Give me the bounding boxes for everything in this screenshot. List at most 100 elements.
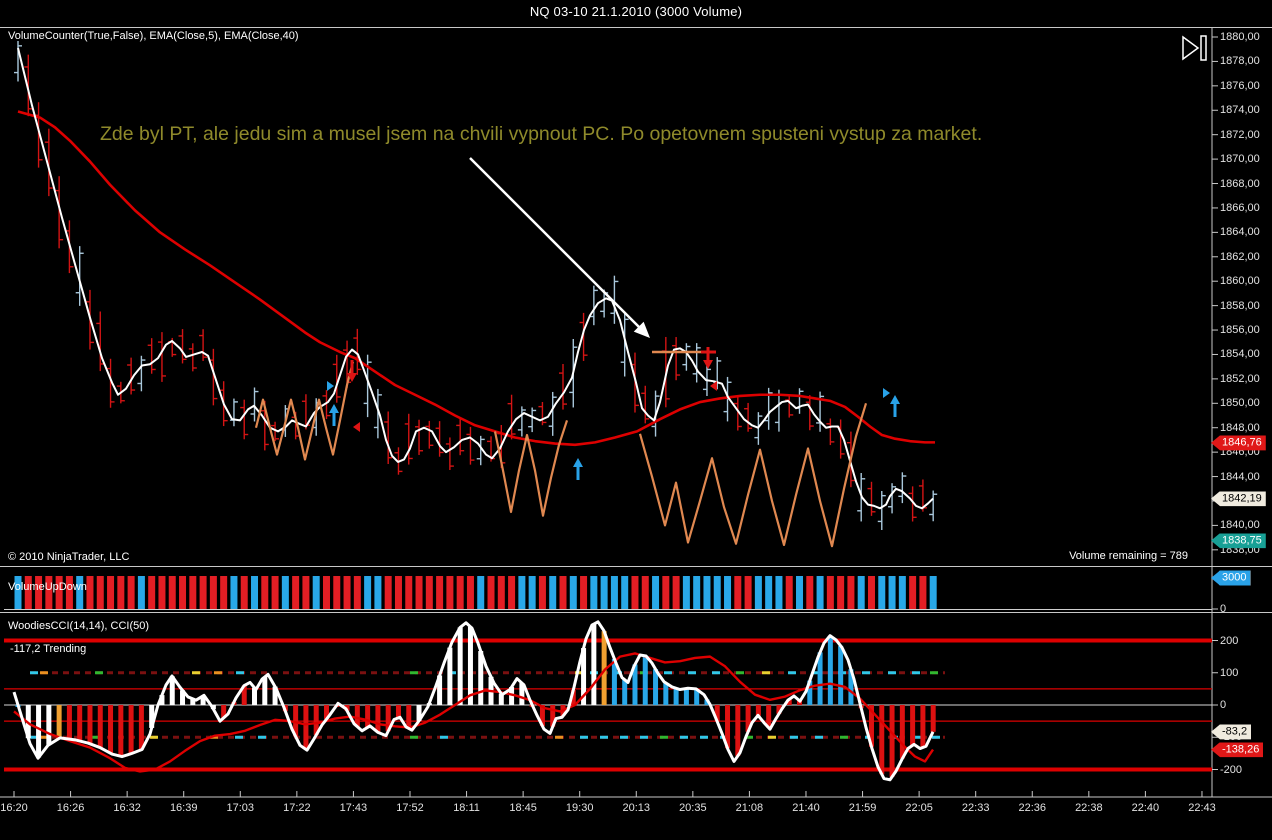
price-axis-label: 1862,00 xyxy=(1220,250,1260,263)
cci-histogram-bar xyxy=(910,705,916,746)
volume-bar xyxy=(826,576,834,609)
volume-bar xyxy=(703,576,711,609)
cci-histogram-bar xyxy=(920,705,926,748)
time-axis-label: 17:52 xyxy=(396,802,424,814)
cci-histogram-bar xyxy=(375,705,381,733)
price-marker-tag: 1838,75 xyxy=(1211,533,1266,549)
price-axis-label: 1870,00 xyxy=(1220,153,1260,166)
time-axis-label: 18:11 xyxy=(453,802,480,814)
volume-bar xyxy=(610,576,618,609)
volume-bar xyxy=(271,576,279,609)
volume-axis-zero-label: 0 xyxy=(1220,603,1227,615)
price-axis-label: 1852,00 xyxy=(1220,372,1260,385)
volume-bar xyxy=(569,576,577,609)
cci-histogram-bar xyxy=(457,627,463,705)
main-indicator-label[interactable]: VolumeCounter(True,False), EMA(Close,5),… xyxy=(8,30,299,42)
volume-bar xyxy=(374,576,382,609)
volume-bar xyxy=(508,576,516,609)
replay-step-forward-icon[interactable] xyxy=(1180,34,1212,69)
volume-bar xyxy=(405,576,413,609)
volume-bar xyxy=(559,576,567,609)
volume-bar xyxy=(127,576,135,609)
cci-line xyxy=(12,620,935,782)
buy-arrow-up-arrow-icon xyxy=(332,413,336,426)
cci-histogram-bar xyxy=(673,688,679,705)
volume-bar xyxy=(775,576,783,609)
buy-arrow-up-arrow-icon xyxy=(576,467,580,480)
volume-bar xyxy=(919,576,927,609)
price-axis-label: 1868,00 xyxy=(1220,177,1260,190)
annotation-arrow-line xyxy=(469,157,643,331)
cci-histogram-bar xyxy=(838,645,844,705)
time-axis-label: 21:40 xyxy=(792,802,820,814)
sell-arrow-down-arrow-icon xyxy=(706,347,710,360)
time-axis-label: 22:33 xyxy=(961,802,990,814)
volume-bar xyxy=(107,576,115,609)
price-marker-tag: 1842,19 xyxy=(1211,491,1266,507)
volume-bar xyxy=(189,576,197,609)
cci-axis-label: 100 xyxy=(1220,666,1239,679)
cci-histogram-bar xyxy=(262,676,268,705)
cci-histogram-bar xyxy=(36,705,42,758)
volume-bar xyxy=(456,576,464,609)
volume-bar xyxy=(518,576,526,609)
price-axis-label: 1858,00 xyxy=(1220,299,1260,312)
buy-arrow-up-arrow-icon xyxy=(893,404,897,417)
cci-panel-label[interactable]: WoodiesCCI(14,14), CCI(50) xyxy=(8,620,149,632)
time-axis-label: 16:20 xyxy=(0,802,28,814)
volume-bar xyxy=(261,576,269,609)
cci-histogram-bar xyxy=(879,705,885,775)
time-axis-label: 19:30 xyxy=(565,802,594,814)
price-axis-label: 1876,00 xyxy=(1220,79,1260,92)
cci-histogram-bar xyxy=(138,705,144,750)
volume-bar xyxy=(796,576,804,609)
price-axis-label: 1860,00 xyxy=(1220,275,1260,288)
cci-histogram-bar xyxy=(827,635,833,705)
volume-bar xyxy=(549,576,557,609)
volume-bar xyxy=(744,576,752,609)
buy-arrow-icon xyxy=(890,395,900,404)
exit-signal-icon xyxy=(353,422,360,432)
price-axis-label: 1872,00 xyxy=(1220,128,1260,141)
volume-bar xyxy=(528,576,536,609)
price-axis-label: 1866,00 xyxy=(1220,201,1260,214)
cci-histogram-bar xyxy=(591,624,597,705)
volume-bar xyxy=(446,576,454,609)
volume-bar xyxy=(621,576,629,609)
volume-bar xyxy=(179,576,187,609)
volume-bar xyxy=(765,576,773,609)
cci-histogram-bar xyxy=(56,705,62,739)
volume-bar xyxy=(754,576,762,609)
time-axis-label: 21:08 xyxy=(735,802,764,814)
cci-histogram-bar xyxy=(406,705,412,729)
volume-panel-label[interactable]: VolumeUpDown xyxy=(8,581,87,593)
volume-bar xyxy=(600,576,608,609)
cci-histogram-bar xyxy=(663,682,669,705)
volume-bar xyxy=(394,576,402,609)
time-axis-label: 20:13 xyxy=(622,802,651,814)
cci-histogram-bar xyxy=(930,705,936,732)
cci-histogram-bar xyxy=(108,705,114,754)
play-triangle-icon xyxy=(1182,35,1200,61)
time-axis-label: 16:32 xyxy=(113,802,141,814)
volume-bar xyxy=(538,576,546,609)
volume-bar xyxy=(590,576,598,609)
cci-status-label: -117,2 Trending xyxy=(10,643,87,655)
volumecounter-zigzag-line xyxy=(254,361,355,461)
volume-bar xyxy=(734,576,742,609)
price-axis-label: 1880,00 xyxy=(1220,31,1260,43)
volume-bar xyxy=(220,576,228,609)
price-axis-label: 1844,00 xyxy=(1220,470,1260,483)
chart-annotation-text[interactable]: Zde byl PT, ale jedu sim a musel jsem na… xyxy=(100,123,982,146)
volume-bar xyxy=(148,576,156,609)
cci-histogram-bar xyxy=(889,705,895,777)
copyright-label: © 2010 NinjaTrader, LLC xyxy=(8,551,130,563)
cci-histogram-bar xyxy=(303,705,309,750)
volume-bar xyxy=(857,576,865,609)
volume-bar xyxy=(333,576,341,609)
volume-bar xyxy=(466,576,474,609)
volume-bar xyxy=(322,576,330,609)
volume-bar xyxy=(117,576,125,609)
cci-histogram-bar xyxy=(683,688,689,705)
volume-bar xyxy=(847,576,855,609)
